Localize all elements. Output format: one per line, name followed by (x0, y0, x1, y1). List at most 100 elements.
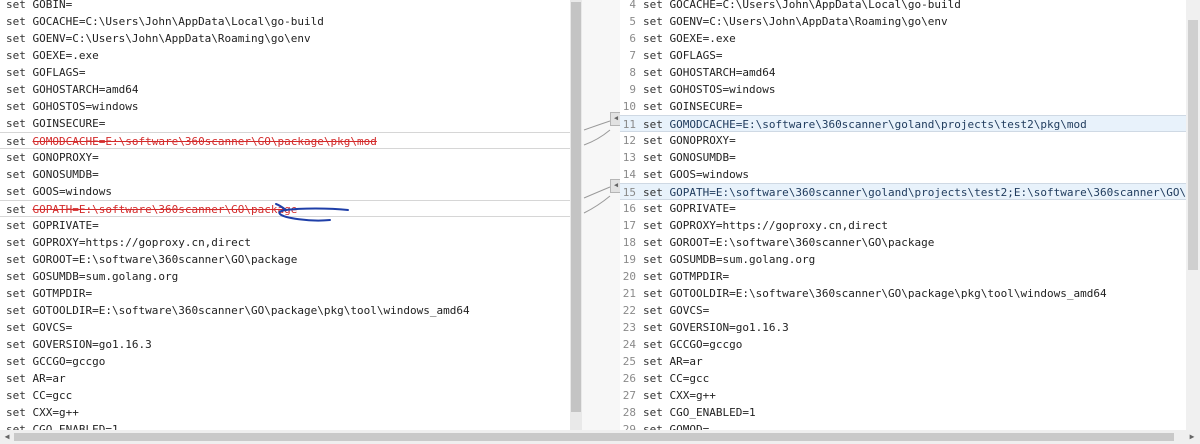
code-line[interactable]: set GOINSECURE= (0, 115, 570, 132)
set-keyword: set (643, 253, 663, 266)
set-keyword: set (6, 372, 26, 385)
set-keyword: set (6, 321, 26, 334)
code-line[interactable]: set GOHOSTARCH=amd64 (0, 81, 570, 98)
env-assignment: GOBIN= (32, 0, 73, 11)
set-keyword: set (6, 287, 26, 300)
env-assignment: GOINSECURE= (669, 100, 743, 113)
code-line[interactable]: 26 set CC=gcc (620, 370, 1186, 387)
env-assignment: GOFLAGS= (32, 66, 86, 79)
env-assignment: GOCACHE=C:\Users\John\AppData\Local\go-b… (32, 15, 324, 28)
set-keyword: set (643, 389, 663, 402)
code-line[interactable]: set GOPROXY=https://goproxy.cn,direct (0, 234, 570, 251)
code-line[interactable]: 29 set GOMOD= (620, 421, 1186, 430)
env-assignment: GOPROXY=https://goproxy.cn,direct (32, 236, 252, 249)
line-number: 27 (622, 389, 636, 402)
env-assignment: GOSUMDB=sum.golang.org (32, 270, 179, 283)
set-keyword: set (6, 32, 26, 45)
set-keyword: set (6, 219, 26, 232)
code-line[interactable]: 10 set GOINSECURE= (620, 98, 1186, 115)
code-line[interactable]: set CGO_ENABLED=1 (0, 421, 570, 430)
line-number: 20 (622, 270, 636, 283)
code-line[interactable]: 24 set GCCGO=gccgo (620, 336, 1186, 353)
line-number: 8 (629, 66, 636, 79)
code-line[interactable]: 22 set GOVCS= (620, 302, 1186, 319)
code-line[interactable]: 5 set GOENV=C:\Users\John\AppData\Roaming… (620, 13, 1186, 30)
code-line[interactable]: set GOEXE=.exe (0, 47, 570, 64)
env-assignment: CGO_ENABLED=1 (32, 423, 119, 430)
code-line[interactable]: 6 set GOEXE=.exe (620, 30, 1186, 47)
set-keyword: set (643, 406, 663, 419)
code-line[interactable]: 19 set GOSUMDB=sum.golang.org (620, 251, 1186, 268)
code-line[interactable]: set GOSUMDB=sum.golang.org (0, 268, 570, 285)
code-line[interactable]: 25 set AR=ar (620, 353, 1186, 370)
code-line[interactable]: 20 set GOTMPDIR= (620, 268, 1186, 285)
env-assignment: GOHOSTARCH=amd64 (669, 66, 776, 79)
code-line[interactable]: 17 set GOPROXY=https://goproxy.cn,direct (620, 217, 1186, 234)
right-vertical-scrollbar[interactable] (1186, 0, 1200, 430)
code-line[interactable]: 8 set GOHOSTARCH=amd64 (620, 64, 1186, 81)
code-line[interactable]: set GOTOOLDIR=E:\software\360scanner\GO\… (0, 302, 570, 319)
env-assignment: GOTOOLDIR=E:\software\360scanner\GO\pack… (669, 287, 1107, 300)
code-line[interactable]: set GOTMPDIR= (0, 285, 570, 302)
set-keyword: set (643, 118, 663, 131)
code-line[interactable]: set GOFLAGS= (0, 64, 570, 81)
code-line[interactable]: set AR=ar (0, 370, 570, 387)
code-line[interactable]: 12 set GONOPROXY= (620, 132, 1186, 149)
set-keyword: set (643, 32, 663, 45)
code-line[interactable]: 4 set GOCACHE=C:\Users\John\AppData\Local… (620, 0, 1186, 13)
set-keyword: set (643, 0, 663, 11)
right-scroll-thumb[interactable] (1188, 20, 1198, 270)
set-keyword: set (643, 236, 663, 249)
scroll-left-arrow-icon[interactable]: ◀ (1, 431, 13, 443)
code-line[interactable]: set GONOSUMDB= (0, 166, 570, 183)
left-vertical-scrollbar[interactable] (570, 0, 582, 430)
code-line[interactable]: 7 set GOFLAGS= (620, 47, 1186, 64)
right-diff-pane[interactable]: 4 set GOCACHE=C:\Users\John\AppData\Local… (620, 0, 1186, 430)
env-assignment: GONOPROXY= (669, 134, 736, 147)
set-keyword: set (643, 202, 663, 215)
code-line[interactable]: 23 set GOVERSION=go1.16.3 (620, 319, 1186, 336)
scroll-right-arrow-icon[interactable]: ▶ (1186, 431, 1198, 443)
env-assignment: GOPATH=E:\software\360scanner\GO\package (32, 203, 298, 216)
code-line[interactable]: set GOBIN= (0, 0, 570, 13)
code-line[interactable]: 14 set GOOS=windows (620, 166, 1186, 183)
code-line[interactable]: set GOVCS= (0, 319, 570, 336)
code-line[interactable]: set CC=gcc (0, 387, 570, 404)
env-assignment: GOROOT=E:\software\360scanner\GO\package (32, 253, 298, 266)
code-line[interactable]: set GOCACHE=C:\Users\John\AppData\Local\… (0, 13, 570, 30)
code-line[interactable]: 21 set GOTOOLDIR=E:\software\360scanner\G… (620, 285, 1186, 302)
code-line[interactable]: set GOROOT=E:\software\360scanner\GO\pac… (0, 251, 570, 268)
env-assignment: GOPROXY=https://goproxy.cn,direct (669, 219, 889, 232)
code-line[interactable]: set GONOPROXY= (0, 149, 570, 166)
env-assignment: GOVCS= (32, 321, 73, 334)
code-line[interactable]: 15 set GOPATH=E:\software\360scanner\gola… (620, 183, 1186, 200)
set-keyword: set (6, 15, 26, 28)
env-assignment: GOHOSTOS=windows (669, 83, 776, 96)
horizontal-scroll-thumb[interactable] (14, 433, 1174, 441)
code-line[interactable]: 16 set GOPRIVATE= (620, 200, 1186, 217)
code-line[interactable]: 9 set GOHOSTOS=windows (620, 81, 1186, 98)
code-line[interactable]: 28 set CGO_ENABLED=1 (620, 404, 1186, 421)
env-assignment: GOMOD= (669, 423, 710, 430)
set-keyword: set (643, 168, 663, 181)
code-line[interactable]: 27 set CXX=g++ (620, 387, 1186, 404)
set-keyword: set (6, 168, 26, 181)
code-line[interactable]: set GOHOSTOS=windows (0, 98, 570, 115)
env-assignment: GOTMPDIR= (669, 270, 730, 283)
code-line[interactable]: set GCCGO=gccgo (0, 353, 570, 370)
code-line[interactable]: 18 set GOROOT=E:\software\360scanner\GO\p… (620, 234, 1186, 251)
code-line[interactable]: set GOVERSION=go1.16.3 (0, 336, 570, 353)
code-line[interactable]: 13 set GONOSUMDB= (620, 149, 1186, 166)
set-keyword: set (6, 203, 26, 216)
code-line[interactable]: 11 set GOMODCACHE=E:\software\360scanner\… (620, 115, 1186, 132)
code-line[interactable]: set GOENV=C:\Users\John\AppData\Roaming\… (0, 30, 570, 47)
horizontal-scrollbar[interactable]: ◀ ▶ (0, 430, 1200, 444)
set-keyword: set (6, 151, 26, 164)
env-assignment: GOVERSION=go1.16.3 (669, 321, 789, 334)
set-keyword: set (6, 389, 26, 402)
code-line[interactable]: set GOMODCACHE=E:\software\360scanner\GO… (0, 132, 570, 149)
env-assignment: CC=gcc (669, 372, 710, 385)
code-line[interactable]: set CXX=g++ (0, 404, 570, 421)
left-scroll-thumb[interactable] (571, 2, 581, 412)
env-assignment: GOHOSTARCH=amd64 (32, 83, 139, 96)
